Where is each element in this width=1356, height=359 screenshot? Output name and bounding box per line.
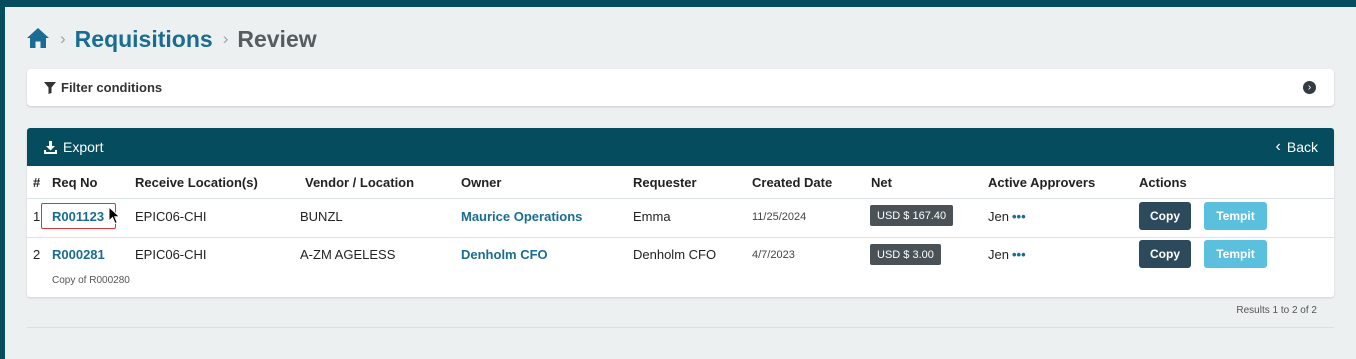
table-toolbar: Export ‹ Back [27,128,1334,166]
approver-name: Jen [988,209,1009,224]
net-amount-badge: USD $ 3.00 [870,244,941,265]
column-header-requester[interactable]: Requester [633,175,697,190]
column-header-actions: Actions [1139,175,1187,190]
back-label: Back [1286,139,1318,155]
page-title: Review [237,25,317,52]
req-no-link[interactable]: R000281 [52,247,105,262]
copy-button[interactable]: Copy [1139,202,1191,230]
active-approver: Jen ••• [988,209,1026,224]
requester: Denholm CFO [633,247,717,262]
mouse-cursor-icon [108,205,122,226]
breadcrumb: › Requisitions › Review [26,24,317,54]
owner-link[interactable]: Denholm CFO [461,247,548,262]
more-dots-icon[interactable]: ••• [1012,209,1026,224]
row-number: 1 [33,209,41,224]
tempit-button[interactable]: Tempit [1204,202,1267,230]
owner-link[interactable]: Maurice Operations [461,209,582,224]
column-header-req-no[interactable]: Req No [52,175,98,190]
column-header-created-date[interactable]: Created Date [752,175,832,190]
active-approver: Jen ••• [988,247,1026,262]
filter-conditions-panel[interactable]: Filter conditions › [27,69,1334,106]
home-icon[interactable] [26,27,50,51]
chevron-circle-icon[interactable]: › [1303,81,1316,94]
top-accent-bar [0,0,1356,7]
column-header-receive-location[interactable]: Receive Location(s) [135,175,258,190]
footer-divider [27,327,1334,328]
receive-location: EPIC06-CHI [135,209,207,224]
chevron-left-icon: ‹ [1275,138,1281,155]
column-header-num: # [33,175,41,190]
download-icon [44,140,57,154]
more-dots-icon[interactable]: ••• [1012,247,1026,262]
vendor: BUNZL [300,209,343,224]
req-no-link[interactable]: R001123 [52,209,104,224]
chevron-right-icon: › [222,29,229,48]
left-accent-bar [0,0,5,359]
requester: Emma [633,209,671,224]
column-header-owner[interactable]: Owner [461,175,501,190]
copy-button[interactable]: Copy [1139,240,1191,268]
created-date: 11/25/2024 [752,211,807,223]
receive-location: EPIC06-CHI [135,247,207,262]
results-count: Results 1 to 2 of 2 [1236,305,1317,316]
export-button[interactable]: Export [44,139,103,155]
column-header-vendor[interactable]: Vendor / Location [305,175,414,190]
tempit-button[interactable]: Tempit [1204,240,1267,268]
approver-name: Jen [988,247,1009,262]
header-divider [27,198,1334,199]
filter-conditions-label: Filter conditions [61,80,163,95]
requisitions-table-card: Export ‹ Back # Req No Receive Location(… [27,128,1334,316]
vendor: A-ZM AGELESS [300,247,396,262]
column-header-net[interactable]: Net [871,175,892,190]
back-button[interactable]: ‹ Back [1275,138,1318,156]
row-divider [27,237,1334,238]
net-amount-badge: USD $ 167.40 [870,205,954,226]
copy-of-note: Copy of R000280 [52,275,130,286]
created-date: 4/7/2023 [752,249,795,261]
row-number: 2 [33,247,41,262]
export-label: Export [63,139,104,155]
filter-icon [44,81,56,94]
column-header-active-approvers: Active Approvers [988,175,1096,190]
breadcrumb-requisitions-link[interactable]: Requisitions [75,26,213,53]
chevron-right-icon: › [60,29,66,48]
